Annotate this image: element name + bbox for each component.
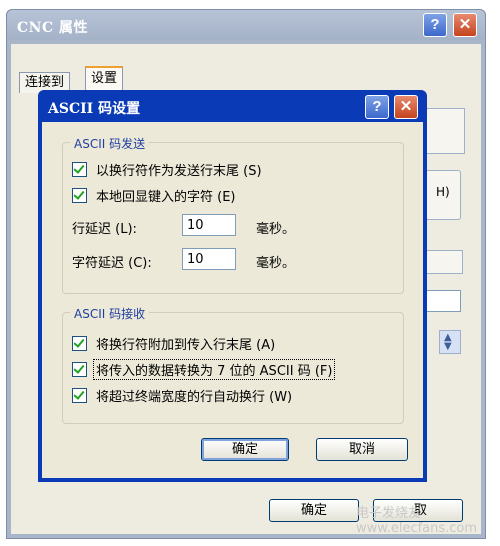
ascii-settings-dialog: ASCII 码设置 ? ✕ ASCII 码发送 以换行符作为发送行末尾 (S) … (38, 90, 427, 482)
checkbox-append-linefeed[interactable] (72, 336, 87, 351)
checkbox-local-echo-label[interactable]: 本地回显键入的字符 (E) (96, 186, 236, 205)
dialog-cancel-button[interactable]: 取消 (316, 438, 408, 461)
hidden-input-fragment[interactable] (421, 290, 461, 312)
checkbox-wrap-lines[interactable] (72, 388, 87, 403)
outer-window-title: CNC 属性 (17, 20, 88, 36)
line-delay-unit: 毫秒。 (256, 222, 296, 237)
hidden-button-fragment[interactable]: H) (421, 170, 461, 220)
outer-ok-button[interactable]: 确定 (269, 499, 359, 522)
char-delay-label: 字符延迟 (C): (72, 256, 152, 271)
send-group-label: ASCII 码发送 (70, 135, 150, 152)
checkbox-newline-send[interactable] (72, 162, 87, 177)
checkbox-local-echo[interactable] (72, 188, 87, 203)
line-delay-input[interactable]: 10 (182, 214, 236, 236)
dialog-title: ASCII 码设置 (48, 101, 141, 117)
hidden-group-fragment (421, 108, 465, 154)
checkbox-wrap-lines-label[interactable]: 将超过终端宽度的行自动换行 (W) (96, 386, 292, 405)
checkbox-newline-send-label[interactable]: 以换行符作为发送行末尾 (S) (96, 160, 262, 179)
hidden-field-fragment (421, 250, 463, 274)
tab-settings[interactable]: 设置 (85, 66, 124, 92)
dialog-ok-button[interactable]: 确定 (201, 438, 289, 461)
checkbox-append-linefeed-label[interactable]: 将换行符附加到传入行末尾 (A) (96, 334, 275, 353)
checkbox-force-7bit[interactable] (72, 362, 87, 377)
dialog-close-button[interactable]: ✕ (394, 95, 418, 119)
dialog-body: ASCII 码发送 以换行符作为发送行末尾 (S) 本地回显键入的字符 (E) … (42, 122, 423, 478)
hidden-button-fragment-text: H) (436, 185, 450, 199)
char-delay-unit: 毫秒。 (256, 256, 296, 271)
receive-group-label: ASCII 码接收 (70, 305, 150, 322)
watermark: 电子发烧友 www.elecfans.com (356, 506, 478, 536)
line-delay-label: 行延迟 (L): (72, 222, 137, 237)
outer-close-button[interactable]: ✕ (453, 13, 477, 37)
checkbox-force-7bit-label[interactable]: 将传入的数据转换为 7 位的 ASCII 码 (F) (93, 359, 336, 380)
spinner-down-icon: ▼ (444, 341, 452, 352)
char-delay-input[interactable]: 10 (182, 248, 236, 270)
outer-title-bar[interactable]: CNC 属性 ? ✕ (7, 10, 485, 40)
outer-help-button[interactable]: ? (423, 13, 447, 37)
dialog-help-button[interactable]: ? (365, 95, 389, 119)
spinner-fragment[interactable]: ▲ ▼ (439, 330, 461, 354)
